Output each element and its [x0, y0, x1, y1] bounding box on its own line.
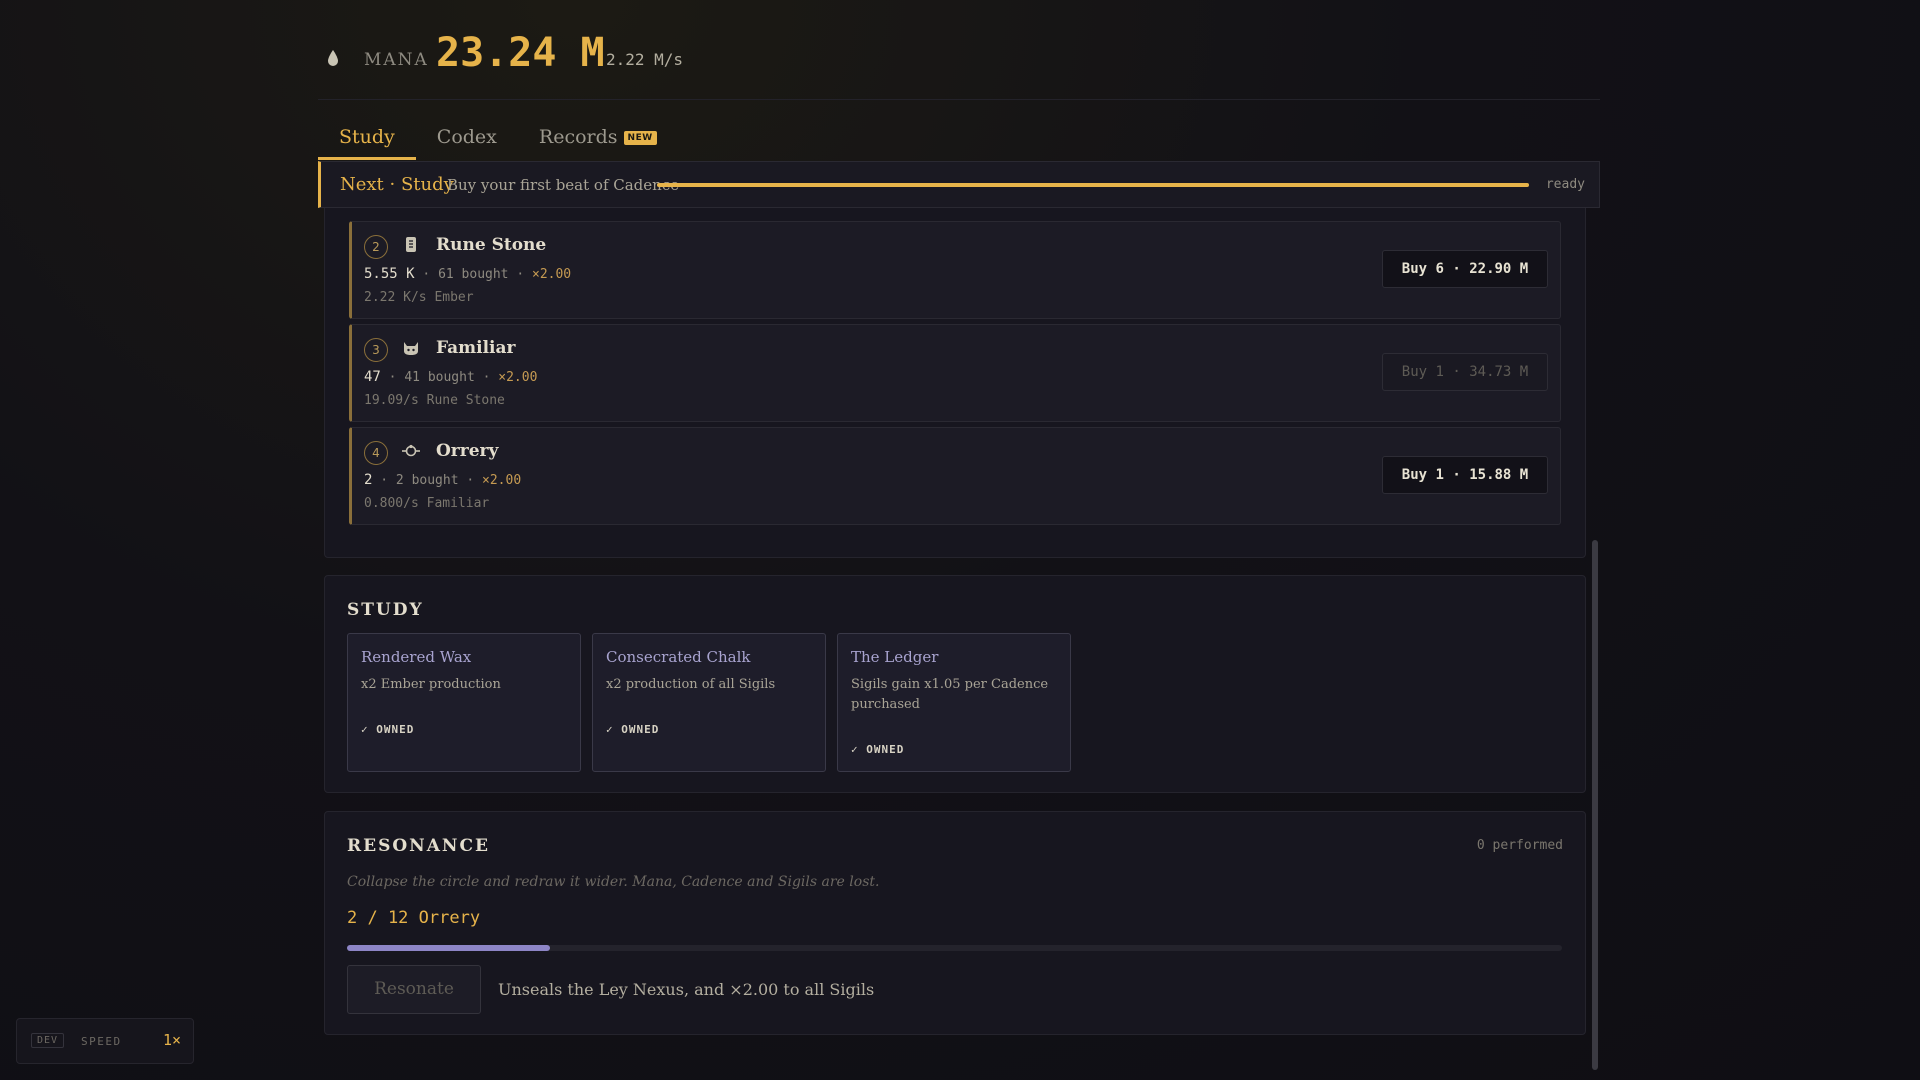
sigil-bought: 2 bought [395, 473, 459, 488]
tab-label: Study [339, 126, 395, 148]
study-card-rendered-wax[interactable]: Rendered Wax x2 Ember production ✓ OWNED [347, 633, 581, 772]
new-badge: NEW [623, 131, 657, 145]
speed-multiplier[interactable]: 1× [163, 1031, 181, 1049]
study-card-name: Rendered Wax [361, 648, 472, 666]
resonance-description: Collapse the circle and redraw it wider.… [347, 874, 880, 890]
sigil-index: 2 [364, 235, 388, 259]
study-card-description: x2 production of all Sigils [606, 677, 776, 692]
resonate-button[interactable]: Resonate [347, 965, 481, 1014]
sigil-multiplier: ×2.00 [498, 370, 538, 385]
resonance-progress-fill [347, 945, 550, 951]
tab-records[interactable]: Records NEW [518, 118, 678, 160]
study-section-title: STUDY [347, 600, 424, 620]
owned-status: ✓ OWNED [606, 723, 660, 736]
study-card-consecrated-chalk[interactable]: Consecrated Chalk x2 production of all S… [592, 633, 826, 772]
sigil-name: Orrery [436, 441, 499, 461]
dev-speed-control[interactable]: DEV SPEED 1× [16, 1018, 194, 1064]
resonance-progress-bar [347, 945, 1562, 951]
sigil-rate: 2.22 K/s Ember [364, 290, 474, 305]
owned-status: ✓ OWNED [851, 743, 905, 756]
resonance-progress-text: 2 / 12 Orrery [347, 908, 481, 928]
droplet-icon [328, 50, 338, 66]
resource-value: 23.24 M [436, 30, 605, 76]
sigil-index: 3 [364, 338, 388, 362]
resource-label: MANA [364, 50, 429, 70]
buy-rune-stone-button[interactable]: Buy 6 · 22.90 M [1382, 250, 1548, 288]
sigil-stats: 47 · 41 bought · ×2.00 [364, 369, 538, 385]
cat-icon [404, 342, 418, 355]
sigil-multiplier: ×2.00 [482, 473, 522, 488]
sigil-amount: 2 [364, 472, 373, 488]
study-card-name: Consecrated Chalk [606, 648, 751, 666]
study-panel: STUDY Rendered Wax x2 Ember production ✓… [324, 575, 1586, 793]
next-goal-status: ready [1545, 177, 1585, 192]
next-goal-title: Next · Study [340, 174, 454, 195]
orrery-icon [402, 444, 420, 457]
tab-label: Records [538, 126, 618, 148]
sigil-stats: 2 · 2 bought · ×2.00 [364, 472, 522, 488]
sigil-rate: 19.09/s Rune Stone [364, 393, 505, 408]
owned-status: ✓ OWNED [361, 723, 415, 736]
resource-header: MANA 23.24 M 2.22 M/s [318, 30, 1600, 100]
sigil-stats: 5.55 K · 61 bought · ×2.00 [364, 266, 572, 282]
resonance-performed-count: 0 performed [1476, 838, 1563, 853]
main-tabs: Study Codex Records NEW [318, 118, 678, 160]
sigil-bought: 61 bought [438, 267, 509, 282]
study-card-description: Sigils gain x1.05 per Cadence purchased [851, 677, 1049, 712]
scrollbar-thumb[interactable] [1592, 540, 1598, 1070]
sigil-index: 4 [364, 441, 388, 465]
main-scroll-area[interactable]: 2 Rune Stone 5.55 K · 61 bought · ×2.00 … [318, 208, 1600, 1080]
tab-codex[interactable]: Codex [416, 118, 518, 160]
tab-label: Codex [436, 126, 497, 148]
sigil-name: Rune Stone [436, 235, 547, 255]
resonance-section-title: RESONANCE [347, 836, 490, 856]
next-goal-description: Buy your first beat of Cadence [447, 176, 680, 194]
speed-label: SPEED [81, 1035, 122, 1048]
study-card-the-ledger[interactable]: The Ledger Sigils gain x1.05 per Cadence… [837, 633, 1071, 772]
sigil-multiplier: ×2.00 [532, 267, 572, 282]
study-card-description: x2 Ember production [361, 677, 501, 692]
resonance-reward: Unseals the Ley Nexus, and ×2.00 to all … [498, 980, 875, 999]
sigil-row-orrery: 4 Orrery 2 · 2 bought · ×2.00 0.800/s Fa… [349, 427, 1561, 525]
next-goal-progress-fill [657, 183, 1529, 187]
study-card-name: The Ledger [851, 648, 939, 666]
buy-orrery-button[interactable]: Buy 1 · 15.88 M [1382, 456, 1548, 494]
sigil-row-familiar: 3 Familiar 47 · 41 bought · ×2.00 19.09/… [349, 324, 1561, 422]
buy-familiar-button[interactable]: Buy 1 · 34.73 M [1382, 353, 1548, 391]
tab-study[interactable]: Study [318, 118, 416, 160]
dev-tag: DEV [31, 1033, 65, 1048]
sigil-row-rune-stone: 2 Rune Stone 5.55 K · 61 bought · ×2.00 … [349, 221, 1561, 319]
sigil-amount: 5.55 K [364, 266, 415, 282]
sigil-rate: 0.800/s Familiar [364, 496, 490, 511]
sigil-bought: 41 bought [404, 370, 475, 385]
next-goal-progress-bar [657, 183, 1529, 187]
resonance-panel: RESONANCE 0 performed Collapse the circl… [324, 811, 1586, 1035]
sigil-amount: 47 [364, 369, 381, 385]
resource-rate: 2.22 M/s [606, 50, 684, 69]
next-goal-banner: Next · Study Buy your first beat of Cade… [318, 161, 1600, 208]
sigils-panel: 2 Rune Stone 5.55 K · 61 bought · ×2.00 … [324, 208, 1586, 558]
sigil-name: Familiar [436, 338, 516, 358]
rune-stone-icon [406, 237, 416, 252]
